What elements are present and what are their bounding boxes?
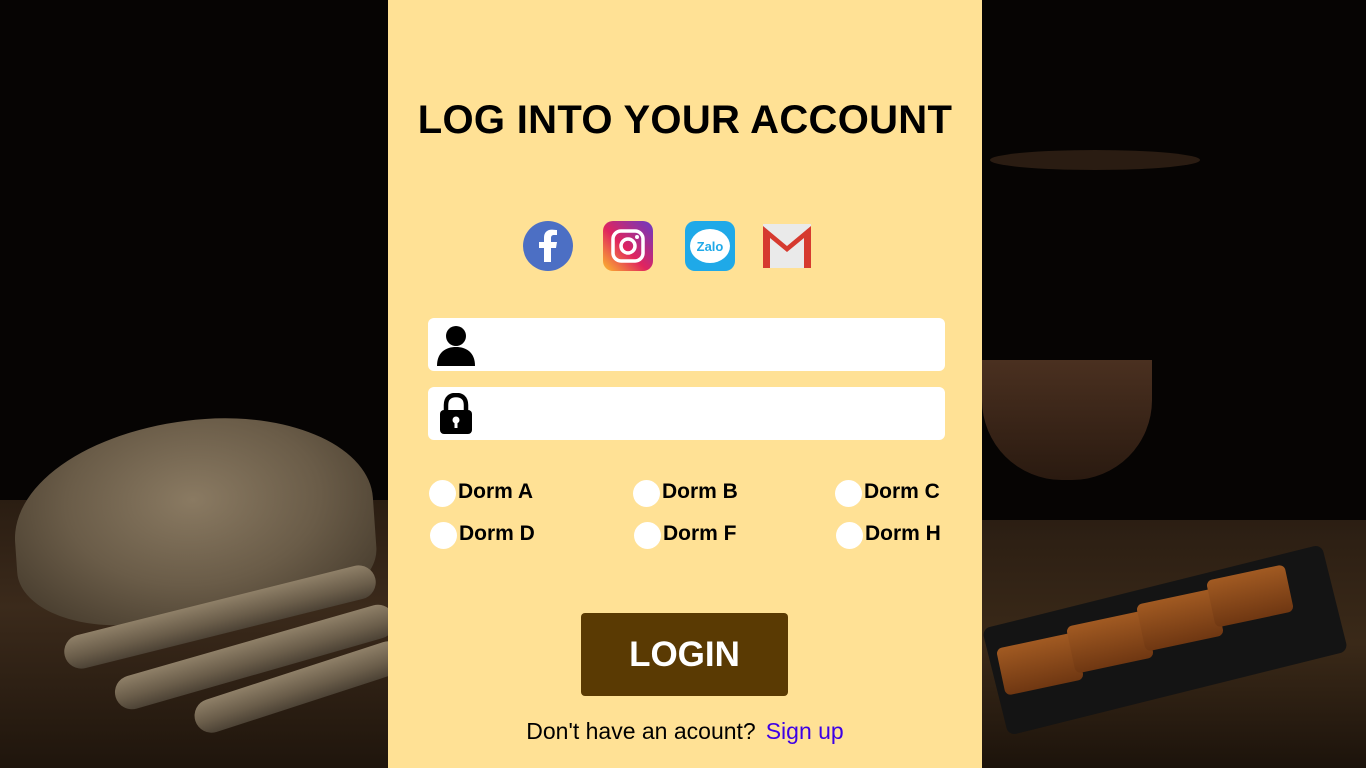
dorm-option-f[interactable]: Dorm F: [634, 518, 737, 549]
dorm-label: Dorm A: [458, 479, 534, 503]
zalo-icon[interactable]: Zalo: [684, 220, 736, 272]
dorm-label: Dorm D: [459, 521, 535, 545]
radio-button[interactable]: [836, 522, 863, 549]
radio-button[interactable]: [634, 522, 661, 549]
radio-button[interactable]: [430, 522, 457, 549]
dorm-option-c[interactable]: Dorm C: [835, 476, 940, 507]
username-input[interactable]: [488, 326, 932, 364]
login-button[interactable]: LOGIN: [581, 613, 788, 696]
login-panel: LOG INTO YOUR ACCOUNT Zalo Dorm A Dorm B…: [388, 0, 982, 768]
dorm-option-h[interactable]: Dorm H: [836, 518, 941, 549]
dorm-option-d[interactable]: Dorm D: [430, 518, 535, 549]
username-field[interactable]: [428, 318, 945, 371]
radio-button[interactable]: [835, 480, 862, 507]
radio-button[interactable]: [633, 480, 660, 507]
facebook-icon[interactable]: [522, 220, 574, 272]
dorm-label: Dorm B: [662, 479, 738, 503]
dorm-option-b[interactable]: Dorm B: [633, 476, 738, 507]
dorm-label: Dorm H: [865, 521, 941, 545]
instagram-icon[interactable]: [602, 220, 654, 272]
signup-prompt: Don't have an acount?: [526, 718, 756, 744]
dorm-label: Dorm C: [864, 479, 940, 503]
user-icon: [437, 326, 475, 366]
password-input[interactable]: [488, 395, 932, 433]
copper-pot-image: [982, 360, 1152, 480]
radio-button[interactable]: [429, 480, 456, 507]
gmail-icon[interactable]: [761, 220, 813, 272]
password-field[interactable]: [428, 387, 945, 440]
signup-row: Don't have an acount? Sign up: [388, 718, 982, 745]
pot-lid-image: [990, 150, 1200, 170]
dorm-option-a[interactable]: Dorm A: [429, 476, 533, 507]
svg-text:Zalo: Zalo: [697, 239, 724, 254]
dorm-label: Dorm F: [663, 521, 737, 545]
page-title: LOG INTO YOUR ACCOUNT: [417, 98, 953, 142]
lock-icon: [440, 393, 472, 434]
signup-link[interactable]: Sign up: [766, 718, 844, 744]
